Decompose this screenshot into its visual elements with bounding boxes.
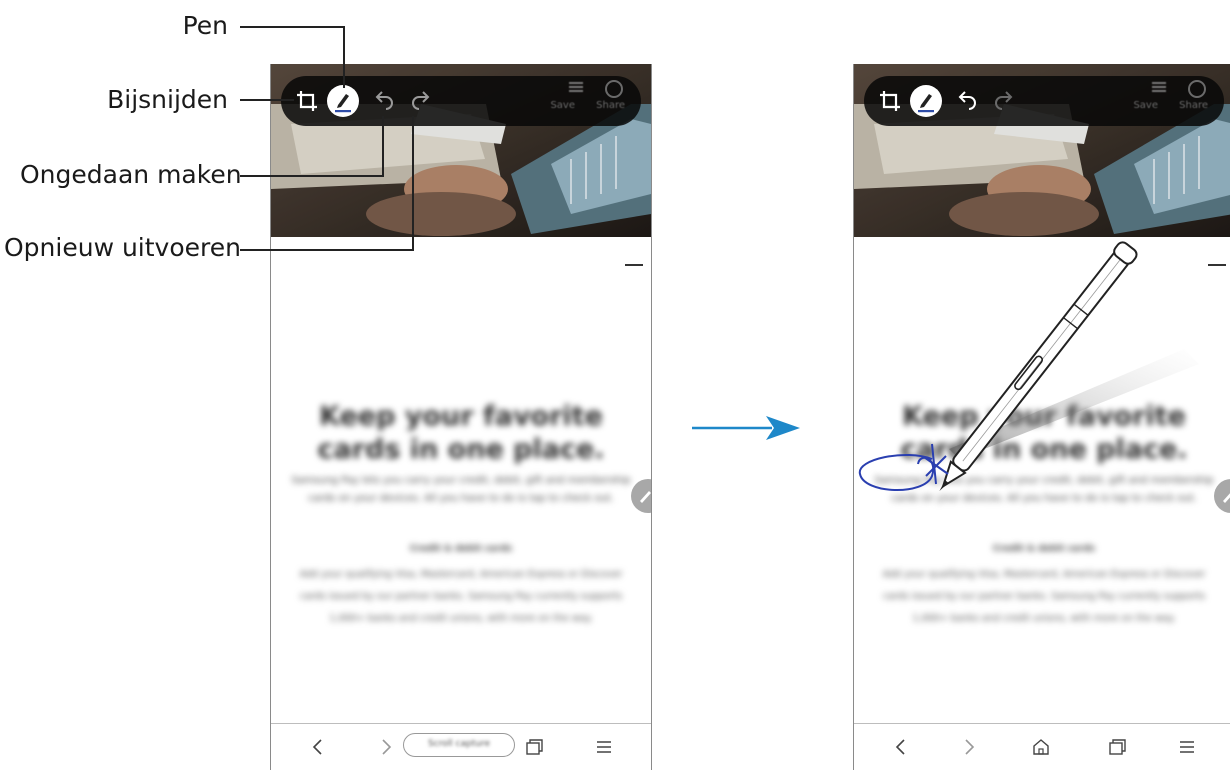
scroll-capture-button[interactable]: Scroll capture <box>403 733 515 757</box>
section-body: Add your qualifying Visa, Mastercard, Am… <box>299 569 623 624</box>
share-button[interactable]: Share <box>1179 100 1208 111</box>
toolbar-refresh-icon[interactable] <box>605 80 623 98</box>
article-description: Samsung Pay lets you carry your credit, … <box>874 475 1214 504</box>
menu-icon <box>597 741 611 753</box>
toolbar-refresh-icon[interactable] <box>1188 80 1206 98</box>
pen-icon <box>918 94 934 113</box>
toolbar-list-icon[interactable] <box>1152 80 1166 94</box>
transition-arrow <box>692 416 800 440</box>
toolbar-list-icon[interactable] <box>569 80 583 94</box>
edit-icon <box>1223 493 1230 503</box>
menu-button[interactable] <box>591 734 617 760</box>
crop-button[interactable] <box>291 85 323 117</box>
back-button[interactable] <box>305 734 331 760</box>
section-title: Credit & debit cards <box>409 544 513 554</box>
screenshot-toolbar: Save Share <box>281 76 641 126</box>
home-icon <box>1033 739 1049 755</box>
callout-pen: Pen <box>182 11 228 40</box>
crop-button[interactable] <box>874 85 906 117</box>
callout-undo: Ongedaan maken <box>20 160 242 189</box>
pen-button[interactable] <box>910 85 942 117</box>
callout-redo: Opnieuw uitvoeren <box>4 233 241 262</box>
menu-button[interactable] <box>1174 734 1200 760</box>
back-button[interactable] <box>888 734 914 760</box>
undo-icon <box>375 91 393 110</box>
minimize-dash[interactable] <box>625 264 643 266</box>
forward-icon <box>382 739 392 755</box>
article-headline: Keep your favorite cards in one place. <box>317 401 605 465</box>
scroll-capture-label: Scroll capture <box>428 739 490 749</box>
save-button[interactable]: Save <box>1133 100 1158 111</box>
screenshot-editor-before: Save Share Keep your favorite cards in o… <box>270 64 652 770</box>
back-icon <box>895 739 905 755</box>
redo-icon <box>995 91 1013 110</box>
pen-icon <box>335 94 351 113</box>
undo-icon <box>958 91 976 110</box>
tabs-button[interactable] <box>1104 734 1130 760</box>
redo-button[interactable] <box>405 85 437 117</box>
share-button[interactable]: Share <box>596 100 625 111</box>
crop-icon <box>297 91 317 111</box>
home-button[interactable] <box>1028 734 1054 760</box>
minimize-dash[interactable] <box>1208 264 1226 266</box>
section-title: Credit & debit cards <box>992 544 1096 554</box>
crop-icon <box>880 91 900 111</box>
callout-crop: Bijsnijden <box>107 85 228 114</box>
undo-button[interactable] <box>368 85 400 117</box>
back-icon <box>312 739 322 755</box>
redo-icon <box>412 91 430 110</box>
article-headline: Keep your favorite cards in one place. <box>900 401 1188 465</box>
browser-bottom-bar <box>854 723 1230 770</box>
redo-button[interactable] <box>988 85 1020 117</box>
forward-button[interactable] <box>373 734 399 760</box>
tabs-icon <box>1109 739 1126 755</box>
screenshot-toolbar: Save Share <box>864 76 1224 126</box>
screenshot-editor-after: Save Share Keep your favorite cards in o… <box>853 64 1230 770</box>
edit-icon <box>640 491 651 503</box>
section-body: Add your qualifying Visa, Mastercard, Am… <box>882 569 1206 624</box>
pen-button[interactable] <box>327 85 359 117</box>
browser-bottom-bar: Scroll capture <box>271 723 651 770</box>
menu-icon <box>1180 741 1194 753</box>
forward-icon <box>965 739 975 755</box>
tabs-button[interactable] <box>521 734 547 760</box>
article-description: Samsung Pay lets you carry your credit, … <box>291 475 631 504</box>
undo-button[interactable] <box>951 85 983 117</box>
tabs-icon <box>526 739 543 755</box>
save-button[interactable]: Save <box>550 100 575 111</box>
forward-button[interactable] <box>956 734 982 760</box>
